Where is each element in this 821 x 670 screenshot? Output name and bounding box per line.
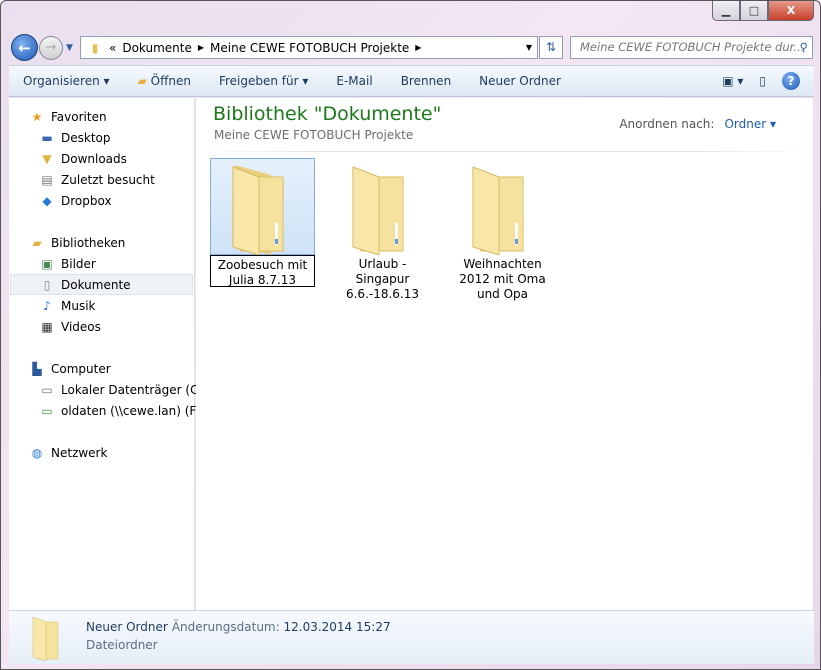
share-button[interactable]: Freigeben für ▾ (205, 74, 322, 88)
back-button[interactable]: ← (11, 34, 38, 61)
folder-icon (472, 166, 524, 255)
navigation-pane: ★ Favoriten ▬ Desktop ▼ Downloads ▤ Zuletzt … (9, 98, 207, 610)
sidebar-libraries[interactable]: ▰ Bibliotheken (29, 232, 125, 253)
breadcrumb-dokumente[interactable]: Dokumente (122, 41, 192, 55)
folder-name: Urlaub - Singapur 6.6.-18.6.13 (345, 257, 420, 301)
open-folder-icon: ▰ (137, 74, 147, 88)
computer-icon: ▙ (32, 361, 42, 376)
arrange-by-dropdown[interactable]: Ordner ▾ (724, 117, 776, 131)
details-type: Dateiordner (86, 638, 158, 652)
star-icon: ★ (31, 109, 43, 124)
email-button[interactable]: E-Mail (322, 74, 386, 88)
preview-pane-icon[interactable]: ▯ (759, 74, 766, 88)
folder-icon (232, 165, 284, 255)
content-pane: Bibliothek "Dokumente" Meine CEWE FOTOBU… (196, 98, 813, 610)
view-options-icon[interactable]: ▣ ▾ (722, 74, 743, 88)
desktop-icon: ▬ (41, 130, 53, 145)
breadcrumb-projekte[interactable]: Meine CEWE FOTOBUCH Projekte (210, 41, 409, 55)
recent-pages-dropdown[interactable]: ▼ (66, 43, 73, 53)
sidebar-item-drive-f[interactable]: ▭ oldaten (\\cewe.lan) (F:) (39, 400, 204, 421)
address-bar[interactable]: ▮ « Dokumente ▶ Meine CEWE FOTOBUCH Proj… (80, 36, 538, 59)
maximize-button[interactable]: □ (740, 1, 768, 21)
details-name: Neuer Ordner (86, 620, 168, 634)
sidebar-computer[interactable]: ▙ Computer (29, 358, 110, 379)
divider (196, 151, 813, 152)
open-button[interactable]: ▰ Öffnen (124, 74, 205, 88)
sidebar-item-dropbox[interactable]: ◆ Dropbox (39, 190, 111, 211)
minimize-button[interactable]: ▁ (712, 1, 740, 21)
refresh-button[interactable]: ⇅ (539, 36, 563, 59)
sidebar-item-drive-c[interactable]: ▭ Lokaler Datenträger (C:) (39, 379, 207, 400)
pictures-icon: ▣ (41, 256, 53, 271)
help-icon[interactable]: ? (782, 72, 800, 90)
search-icon[interactable]: ⚲ (800, 37, 808, 58)
folder-item[interactable]: Zoobesuch mit Julia 8.7.13 (210, 158, 315, 287)
folder-item[interactable]: Urlaub - Singapur 6.6.-18.6.13 (330, 158, 435, 302)
folder-item[interactable]: Weihnachten 2012 mit Oma und Opa (450, 158, 555, 302)
documents-icon: ▯ (43, 277, 51, 292)
address-dropdown-icon[interactable]: ▼ (526, 43, 532, 52)
sidebar-item-bilder[interactable]: ▣ Bilder (39, 253, 96, 274)
library-icon: ▰ (32, 235, 42, 250)
folder-name: Weihnachten 2012 mit Oma und Opa (459, 257, 546, 301)
new-folder-button[interactable]: Neuer Ordner (465, 74, 575, 88)
sidebar-item-dokumente[interactable]: ▯ Dokumente (10, 274, 193, 295)
details-modified: 12.03.2014 15:27 (283, 620, 391, 634)
sidebar-item-downloads[interactable]: ▼ Downloads (39, 148, 127, 169)
dropbox-icon: ◆ (42, 193, 52, 208)
sidebar-item-musik[interactable]: ♪ Musik (39, 295, 95, 316)
burn-button[interactable]: Brennen (387, 74, 465, 88)
arrange-by: Anordnen nach: Ordner ▾ (619, 117, 776, 131)
breadcrumb-overflow[interactable]: « (109, 41, 116, 55)
breadcrumb-arrow-icon[interactable]: ▶ (198, 43, 204, 52)
sidebar-network[interactable]: ◍ Netzwerk (29, 442, 108, 463)
command-bar: Organisieren ▾ ▰ Öffnen Freigeben für ▾ … (9, 65, 814, 97)
local-disk-icon: ▭ (41, 382, 53, 397)
network-drive-icon: ▭ (41, 403, 53, 418)
forward-button[interactable]: → (39, 35, 63, 60)
details-pane: Neuer Ordner Änderungsdatum: 12.03.2014 1… (9, 610, 814, 664)
music-icon: ♪ (43, 298, 51, 313)
organize-button[interactable]: Organisieren ▾ (9, 74, 124, 88)
network-icon: ◍ (31, 445, 43, 460)
folder-icon (32, 616, 59, 661)
recent-places-icon: ▤ (41, 172, 53, 187)
library-subtitle: Meine CEWE FOTOBUCH Projekte (214, 128, 414, 142)
details-modified-label: Änderungsdatum: (171, 620, 280, 634)
library-title: Bibliothek "Dokumente" (213, 103, 442, 125)
folder-name-edit-input[interactable]: Zoobesuch mit Julia 8.7.13 (210, 255, 315, 287)
sidebar-item-desktop[interactable]: ▬ Desktop (39, 127, 110, 148)
close-button[interactable]: X (768, 1, 814, 21)
videos-icon: ▦ (41, 319, 53, 334)
sidebar-favorites[interactable]: ★ Favoriten (29, 106, 107, 127)
downloads-icon: ▼ (42, 151, 52, 166)
folder-icon: ▮ (91, 40, 99, 55)
sidebar-item-recent[interactable]: ▤ Zuletzt besucht (39, 169, 155, 190)
sidebar-item-videos[interactable]: ▦ Videos (39, 316, 101, 337)
explorer-window: ▁ □ X ← → ▼ ▮ « Dokumente ▶ Meine CEWE F… (0, 0, 821, 670)
search-input[interactable]: Meine CEWE FOTOBUCH Projekte dur... ⚲ (570, 36, 813, 59)
folder-icon (352, 166, 404, 255)
breadcrumb-arrow-icon[interactable]: ▶ (415, 43, 421, 52)
search-placeholder: Meine CEWE FOTOBUCH Projekte dur... (580, 40, 805, 54)
